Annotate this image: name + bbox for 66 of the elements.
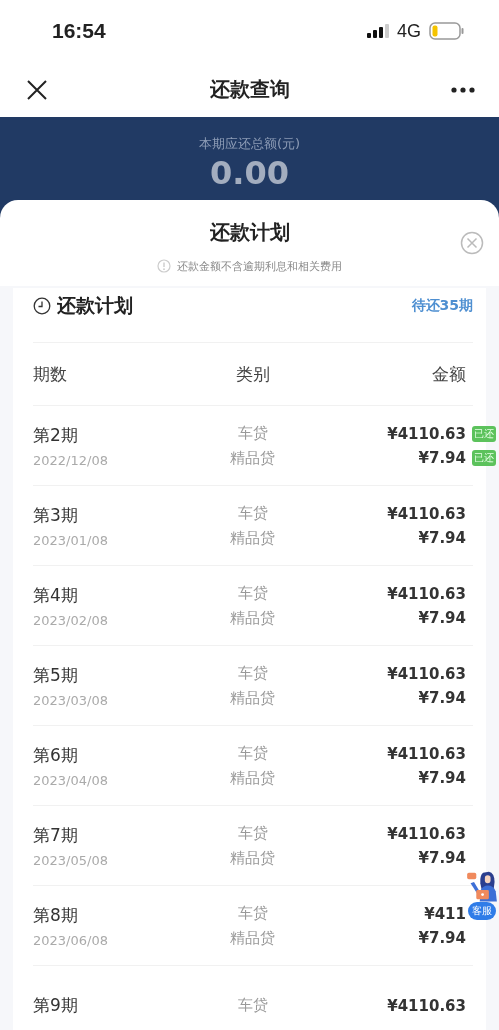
due-date: 2022/12/08 [33,452,108,468]
loan-category: 精品贷 [230,688,276,708]
amount: ¥4110.63 [387,504,466,523]
summary-amount: 0.00 [210,155,289,191]
amount: ¥411 [424,904,466,923]
period-label: 第9期 [33,994,78,1017]
due-date: 2023/05/08 [33,852,108,868]
paid-badge: 已还 [472,425,496,442]
remaining-periods: 待还35期 [411,297,473,315]
loan-category: 精品贷 [230,528,276,548]
page-title: 还款查询 [209,76,290,103]
loan-category: 精品贷 [230,928,276,948]
sheet-note: 还款金额不含逾期利息和相关费用 [177,258,342,274]
period-label: 第3期 [33,503,79,527]
period-label: 第7期 [33,823,79,847]
due-date: 2023/03/08 [33,692,108,708]
amount: ¥7.94 [418,688,466,707]
column-header: 类别 [236,362,270,386]
battery-icon [429,22,465,40]
info-icon [157,259,171,273]
period-label: 第5期 [33,663,79,687]
signal-icon [367,24,389,38]
column-header: 期数 [33,362,67,386]
due-date: 2023/01/08 [33,532,108,548]
amount: ¥7.94 [418,528,466,547]
due-date: 2023/04/08 [33,772,108,788]
customer-service-button[interactable]: 客服 [468,902,496,920]
summary-label: 本期应还总额(元) [198,135,301,153]
period-label: 第2期 [33,423,79,447]
column-header: 金额 [432,362,467,386]
amount: ¥4110.63 [387,664,466,683]
period-label: 第8期 [33,903,79,927]
loan-category: 精品贷 [230,768,276,788]
clock-icon [33,297,51,315]
loan-category: 精品贷 [230,848,276,868]
period-label: 第6期 [33,743,79,767]
loan-category: 车贷 [238,903,268,923]
amount: ¥7.94 [418,448,466,467]
amount: ¥4110.63 [387,824,466,843]
loan-category: 车贷 [238,583,268,603]
due-date: 2023/06/08 [33,932,108,948]
status-time: 16:54 [52,19,106,43]
amount: ¥7.94 [418,768,466,787]
loan-category: 车贷 [238,423,268,443]
amount: ¥4110.63 [387,424,466,443]
loan-category: 车贷 [238,823,268,843]
amount: ¥7.94 [418,928,466,947]
card-title: 还款计划 [57,293,133,318]
amount: ¥4110.63 [387,584,466,603]
loan-category: 车贷 [238,996,268,1015]
amount: ¥4110.63 [387,744,466,763]
amount: ¥7.94 [418,608,466,627]
amount: ¥7.94 [418,848,466,867]
due-date: 2023/02/08 [33,612,108,628]
loan-category: 车贷 [238,663,268,683]
more-icon[interactable] [451,86,475,93]
loan-category: 车贷 [238,503,268,523]
loan-category: 精品贷 [230,448,276,468]
amount: ¥4110.63 [387,996,466,1015]
sheet-title: 还款计划 [209,219,290,246]
period-label: 第4期 [33,583,79,607]
paid-badge: 已还 [472,449,496,466]
close-icon[interactable] [26,78,48,101]
loan-category: 精品贷 [230,608,276,628]
network-label: 4G [397,20,421,42]
loan-category: 车贷 [238,743,268,763]
